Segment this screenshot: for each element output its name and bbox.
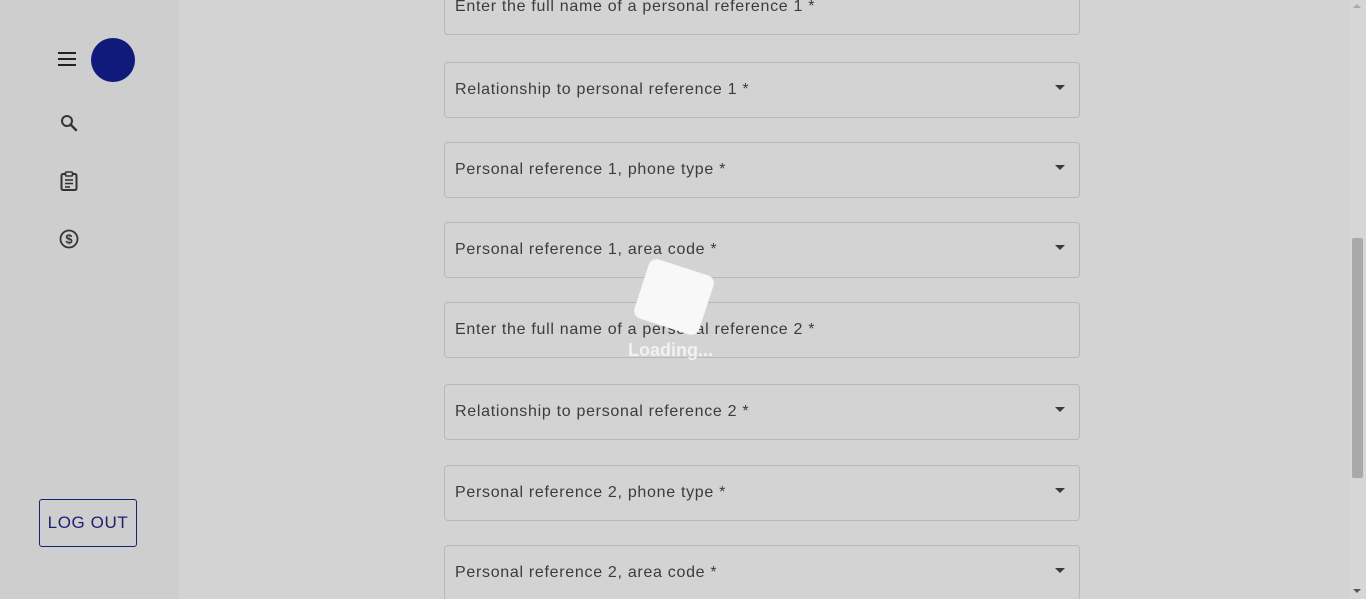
scroll-up-arrow-icon[interactable] bbox=[1353, 4, 1361, 8]
dropdown-arrow-icon bbox=[1055, 165, 1065, 170]
scroll-down-arrow-icon[interactable] bbox=[1353, 589, 1361, 593]
dropdown-arrow-icon bbox=[1055, 85, 1065, 90]
field-label: Relationship to personal reference 1 * bbox=[455, 81, 750, 98]
search-icon[interactable] bbox=[56, 110, 82, 136]
sidebar: $ LOG OUT bbox=[0, 0, 178, 599]
dropdown-arrow-icon bbox=[1055, 407, 1065, 412]
logout-button[interactable]: LOG OUT bbox=[39, 499, 137, 547]
scrollbar[interactable] bbox=[1349, 0, 1366, 599]
app-root: $ LOG OUT Enter the full name of a perso… bbox=[0, 0, 1366, 599]
scroll-thumb[interactable] bbox=[1352, 238, 1363, 478]
text-field[interactable]: Enter the full name of a personal refere… bbox=[444, 302, 1080, 358]
select-field[interactable]: Personal reference 1, phone type * bbox=[444, 142, 1080, 198]
field-label: Relationship to personal reference 2 * bbox=[455, 403, 750, 420]
field-label: Personal reference 1, area code * bbox=[455, 241, 718, 258]
field-label: Personal reference 2, area code * bbox=[455, 564, 718, 581]
dropdown-arrow-icon bbox=[1055, 245, 1065, 250]
field-label: Enter the full name of a personal refere… bbox=[455, 0, 816, 15]
dollar-circle-icon[interactable]: $ bbox=[56, 226, 82, 252]
select-field[interactable]: Relationship to personal reference 1 * bbox=[444, 62, 1080, 118]
select-field[interactable]: Personal reference 1, area code * bbox=[444, 222, 1080, 278]
field-label: Personal reference 1, phone type * bbox=[455, 161, 727, 178]
loading-text: Loading... bbox=[628, 340, 713, 360]
field-label: Enter the full name of a personal refere… bbox=[455, 321, 816, 338]
field-label: Personal reference 2, phone type * bbox=[455, 484, 727, 501]
select-field[interactable]: Relationship to personal reference 2 * bbox=[444, 384, 1080, 440]
clipboard-icon[interactable] bbox=[56, 168, 82, 194]
dropdown-arrow-icon bbox=[1055, 568, 1065, 573]
hamburger-menu-icon[interactable] bbox=[54, 46, 80, 72]
dropdown-arrow-icon bbox=[1055, 488, 1065, 493]
select-field[interactable]: Personal reference 2, phone type * bbox=[444, 465, 1080, 521]
text-field[interactable]: Enter the full name of a personal refere… bbox=[444, 0, 1080, 35]
svg-text:$: $ bbox=[65, 232, 73, 247]
avatar[interactable] bbox=[91, 38, 135, 82]
select-field[interactable]: Personal reference 2, area code * bbox=[444, 545, 1080, 599]
